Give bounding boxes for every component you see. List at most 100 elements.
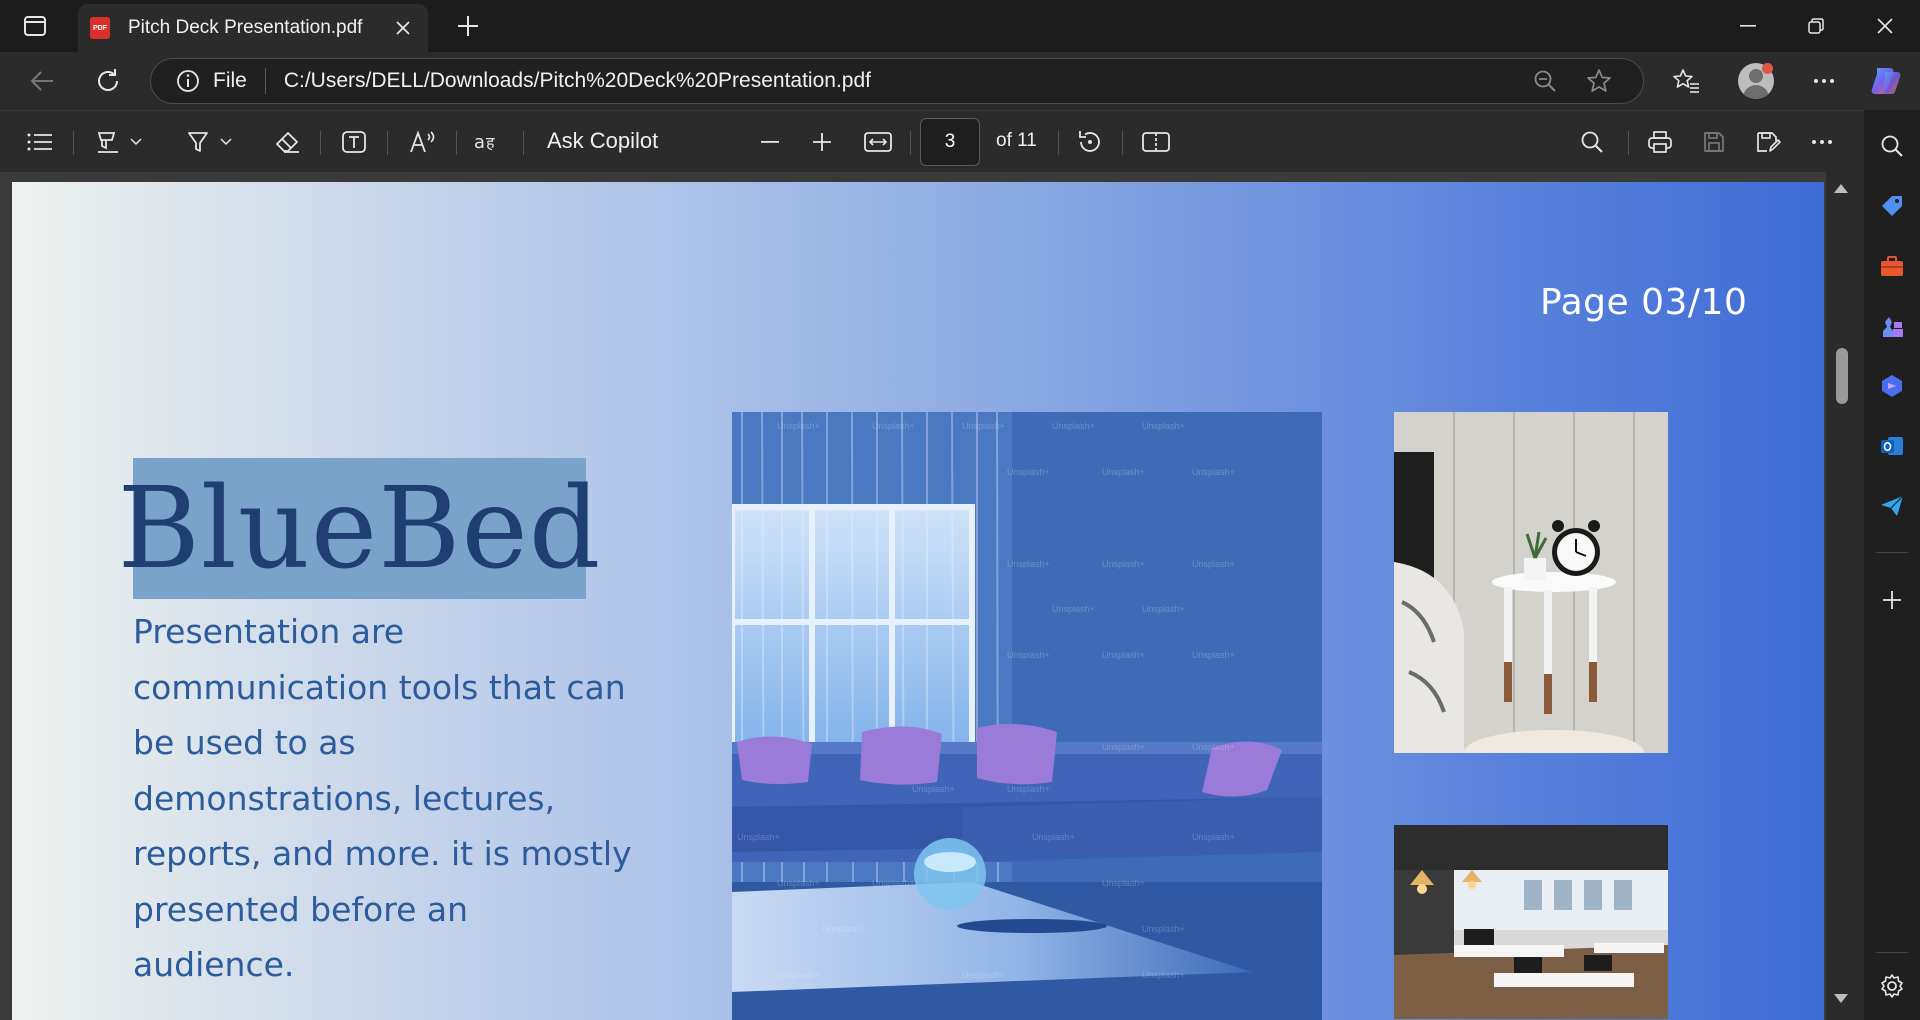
zoom-in-button[interactable]: [804, 123, 840, 161]
fit-width-button[interactable]: [858, 123, 898, 161]
back-button[interactable]: [22, 61, 62, 101]
zoom-in-icon: [813, 133, 831, 151]
erase-icon: [276, 132, 299, 153]
sidebar-settings-button[interactable]: [1876, 970, 1908, 1002]
watermark: Unsplash+: [1192, 742, 1235, 752]
watermark: Unsplash+: [822, 924, 865, 934]
pdf-icon: PDF: [90, 17, 110, 39]
zoom-out-button[interactable]: [752, 123, 788, 161]
draw-button[interactable]: [178, 123, 240, 161]
watermark: Unsplash+: [1142, 924, 1185, 934]
toolbar-divider: [387, 131, 388, 155]
page-number-input[interactable]: 3: [920, 118, 980, 166]
tab-actions-button[interactable]: [14, 11, 56, 41]
watermark: Unsplash+: [1007, 784, 1050, 794]
scroll-down-arrow-icon[interactable]: [1834, 994, 1848, 1003]
watermark: Unsplash+: [1192, 559, 1235, 569]
sidebar-divider: [1876, 952, 1908, 953]
new-tab-button[interactable]: [452, 10, 484, 42]
zoom-out-button[interactable]: [1523, 61, 1567, 101]
minimize-button[interactable]: [1720, 0, 1776, 52]
pdf-viewer: Page 03/10 BlueBed Presentation are comm…: [0, 172, 1864, 1020]
pdf-toolbar: aह Ask Copilot 3 of 11: [0, 110, 1864, 172]
notification-dot: [1762, 63, 1773, 74]
restore-icon: [1808, 18, 1824, 34]
sidebar-outlook-button[interactable]: [1876, 430, 1908, 462]
copilot-button[interactable]: [1866, 61, 1906, 101]
watermark: Unsplash+: [1142, 421, 1185, 431]
slide-body-text[interactable]: Presentation are communication tools tha…: [133, 604, 633, 993]
favorites-button[interactable]: [1666, 61, 1706, 101]
save-as-button[interactable]: [1748, 123, 1788, 161]
fit-width-icon: [864, 132, 892, 152]
page-view-icon: [1142, 132, 1170, 152]
toolbar-divider: [456, 131, 457, 155]
watermark: Unsplash+: [737, 832, 780, 842]
sidebar-search-button[interactable]: [1876, 130, 1908, 162]
tab-title: Pitch Deck Presentation.pdf: [128, 17, 363, 38]
settings-more-button[interactable]: [1804, 61, 1844, 101]
read-aloud-button[interactable]: [401, 123, 445, 161]
text-box-icon: [342, 131, 366, 153]
scroll-up-arrow-icon[interactable]: [1834, 184, 1848, 193]
watermark: Unsplash+: [1007, 650, 1050, 660]
favorite-button[interactable]: [1577, 61, 1621, 101]
tab-actions-icon: [24, 16, 46, 36]
pdf-more-button[interactable]: [1802, 123, 1842, 161]
toolbar-divider: [1628, 131, 1629, 155]
site-info-button[interactable]: [175, 68, 201, 94]
bedside-table-photo: [1394, 412, 1668, 753]
info-icon: [177, 70, 199, 92]
save-as-icon: [1757, 132, 1781, 152]
url-text[interactable]: C:/Users/DELL/Downloads/Pitch%20Deck%20P…: [284, 69, 1523, 93]
watermark: Unsplash+: [1007, 559, 1050, 569]
settings-icon: [1881, 974, 1903, 998]
zoom-out-icon: [761, 141, 779, 143]
vertical-scrollbar[interactable]: [1826, 172, 1864, 1020]
toolbar-divider: [73, 131, 74, 155]
page-label: Page 03/10: [1540, 282, 1748, 323]
refresh-icon: [98, 69, 118, 91]
slide-title[interactable]: BlueBed: [118, 473, 602, 585]
active-tab[interactable]: PDF Pitch Deck Presentation.pdf: [78, 4, 428, 52]
text-box-button[interactable]: [334, 123, 374, 161]
sidebar-copilot-button[interactable]: [1876, 370, 1908, 402]
save-button[interactable]: [1694, 123, 1734, 161]
minimize-icon: [1740, 25, 1756, 27]
send-icon: [1881, 495, 1904, 516]
close-window-button[interactable]: [1857, 0, 1913, 52]
find-button[interactable]: [1572, 123, 1612, 161]
rotate-icon: [1079, 131, 1100, 152]
favorites-icon: [1673, 69, 1699, 93]
erase-button[interactable]: [268, 123, 308, 161]
sidebar-tools-button[interactable]: [1876, 250, 1908, 282]
contents-button[interactable]: [20, 123, 60, 161]
translate-button[interactable]: aह: [470, 123, 506, 161]
page-view-button[interactable]: [1136, 123, 1176, 161]
sidebar-send-button[interactable]: [1876, 490, 1908, 522]
address-bar[interactable]: File C:/Users/DELL/Downloads/Pitch%20Dec…: [150, 58, 1644, 104]
watermark: Unsplash+: [1052, 604, 1095, 614]
watermark: Unsplash+: [1032, 832, 1075, 842]
rotate-button[interactable]: [1070, 123, 1110, 161]
scrollbar-thumb[interactable]: [1836, 348, 1848, 404]
save-icon: [1704, 132, 1724, 152]
restore-button[interactable]: [1788, 0, 1844, 52]
sidebar-add-button[interactable]: [1876, 584, 1908, 616]
print-button[interactable]: [1640, 123, 1680, 161]
refresh-button[interactable]: [88, 61, 128, 101]
tab-close-button[interactable]: [390, 15, 416, 41]
sidebar-shopping-button[interactable]: [1876, 190, 1908, 222]
toolbar-divider: [523, 131, 524, 155]
watermark: Unsplash+: [1052, 421, 1095, 431]
selected-title-highlight[interactable]: BlueBed: [118, 458, 600, 599]
watermark: Unsplash+: [1142, 970, 1185, 980]
toolbar-divider: [1058, 131, 1059, 155]
ask-copilot-button[interactable]: Ask Copilot: [547, 128, 658, 154]
watermark: Unsplash+: [1102, 467, 1145, 477]
read-aloud-icon: [410, 130, 435, 153]
sidebar-games-button[interactable]: [1876, 310, 1908, 342]
watermark: Unsplash+: [1102, 650, 1145, 660]
highlight-button[interactable]: [88, 123, 150, 161]
copilot-icon: [1882, 375, 1902, 397]
